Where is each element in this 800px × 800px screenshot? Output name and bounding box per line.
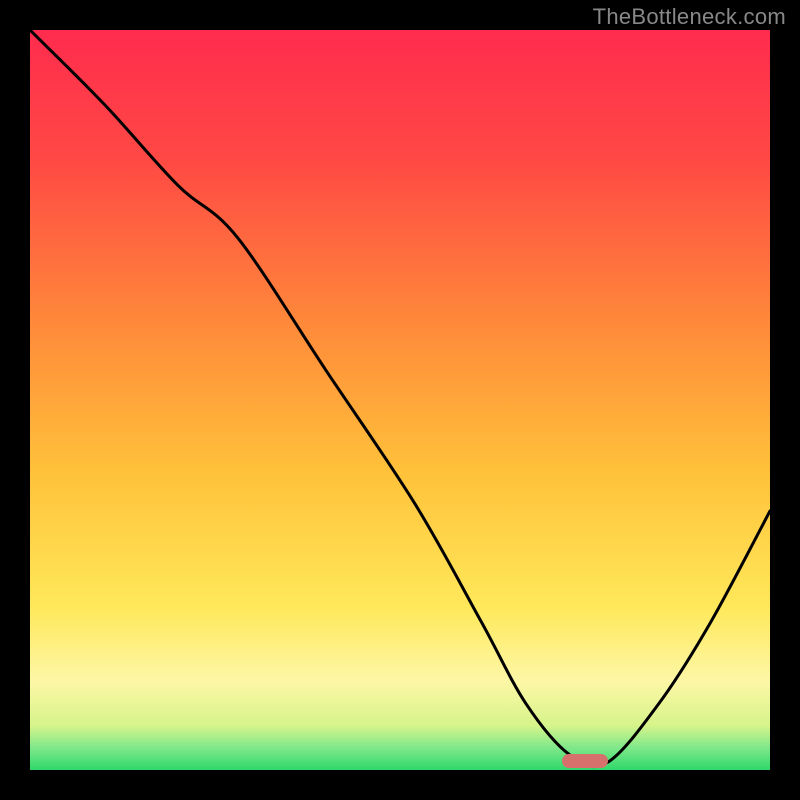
optimal-point-marker — [562, 754, 608, 768]
gradient-background — [30, 30, 770, 770]
chart-frame: TheBottleneck.com — [0, 0, 800, 800]
bottleneck-chart-svg — [30, 30, 770, 770]
watermark-label: TheBottleneck.com — [593, 4, 786, 30]
plot-area — [30, 30, 770, 770]
